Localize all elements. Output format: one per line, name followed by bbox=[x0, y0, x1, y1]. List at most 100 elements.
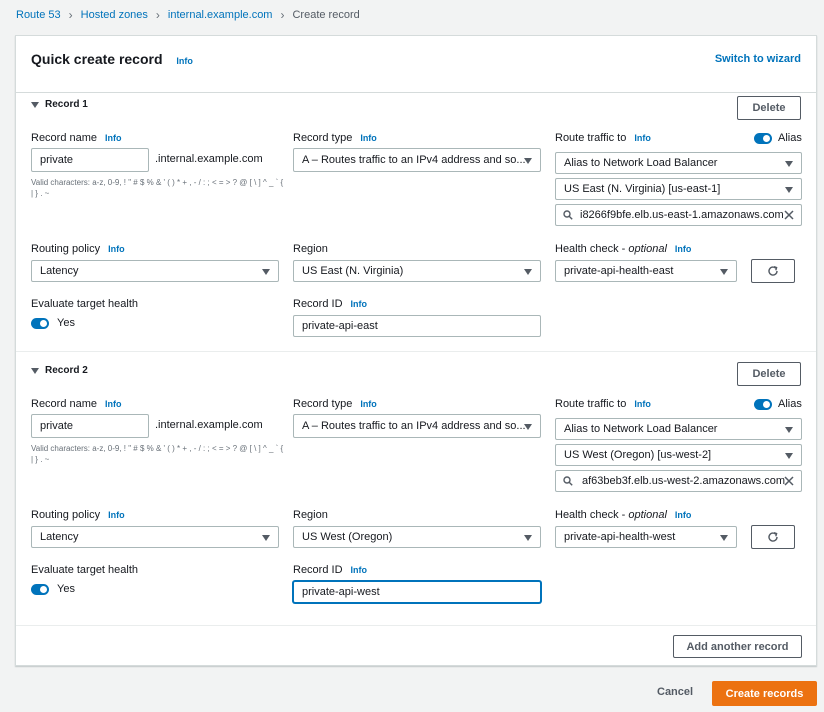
record-2-routing-policy-select[interactable]: Latency bbox=[31, 526, 279, 548]
switch-to-wizard-link[interactable]: Switch to wizard bbox=[715, 53, 801, 65]
route-traffic-label: Route traffic to Info bbox=[555, 398, 651, 410]
caret-down-icon bbox=[785, 453, 793, 459]
route-traffic-label: Route traffic to Info bbox=[555, 132, 651, 144]
breadcrumb-current: Create record bbox=[292, 9, 360, 21]
routing-policy-label-text: Routing policy bbox=[31, 509, 101, 521]
record-divider bbox=[16, 351, 816, 352]
record-1-health-check-value: private-api-health-east bbox=[564, 265, 674, 277]
evaluate-health-yes-label: Yes bbox=[57, 583, 75, 595]
record-2-delete-button[interactable]: Delete bbox=[737, 362, 801, 386]
search-icon bbox=[563, 476, 573, 486]
record-2-alias-target-select[interactable]: Alias to Network Load Balancer bbox=[555, 418, 802, 440]
close-icon[interactable] bbox=[783, 475, 795, 487]
record-name-label: Record name Info bbox=[31, 398, 122, 410]
routing-policy-label: Routing policy Info bbox=[31, 243, 125, 255]
record-2-health-check-select[interactable]: private-api-health-west bbox=[555, 526, 737, 548]
record-1-title: Record 1 bbox=[45, 99, 88, 110]
record-1-health-check-select[interactable]: private-api-health-east bbox=[555, 260, 737, 282]
chevron-right-icon: › bbox=[280, 8, 285, 22]
record-id-info-link[interactable]: Info bbox=[351, 299, 368, 309]
quick-create-panel: Quick create record Info Switch to wizar… bbox=[15, 35, 817, 666]
region-label: Region bbox=[293, 243, 328, 255]
record-1-name-hint: Valid characters: a-z, 0-9, ! " # $ % & … bbox=[31, 178, 284, 198]
record-2-refresh-button[interactable] bbox=[751, 525, 795, 549]
breadcrumb-route53[interactable]: Route 53 bbox=[16, 9, 61, 21]
breadcrumb-hosted-zones[interactable]: Hosted zones bbox=[81, 9, 148, 21]
record-2-endpoint-search[interactable]: af63beb3f.elb.us-west-2.amazonaws.com bbox=[555, 470, 802, 492]
record-2-type-select[interactable]: A – Routes traffic to an IPv4 address an… bbox=[293, 414, 541, 438]
caret-down-icon bbox=[524, 424, 532, 430]
record-2-name-input[interactable]: private bbox=[31, 414, 149, 438]
record-id-label: Record ID Info bbox=[293, 564, 367, 576]
caret-down-icon bbox=[785, 427, 793, 433]
record-2-alias-toggle[interactable]: Alias bbox=[754, 398, 802, 410]
record-2-evaluate-health-toggle[interactable]: Yes bbox=[31, 583, 75, 595]
health-check-label-text: Health check - bbox=[555, 509, 626, 521]
refresh-icon bbox=[768, 531, 778, 542]
record-1-toggle[interactable]: Record 1 bbox=[31, 99, 88, 110]
record-1-endpoint-search[interactable]: i8266f9bfe.elb.us-east-1.amazonaws.com bbox=[555, 204, 802, 226]
record-2-alias-region-select[interactable]: US West (Oregon) [us-west-2] bbox=[555, 444, 802, 466]
add-another-record-button[interactable]: Add another record bbox=[673, 635, 802, 658]
record-name-info-link[interactable]: Info bbox=[105, 133, 122, 143]
evaluate-health-label-text: Evaluate target health bbox=[31, 564, 139, 576]
record-type-label-text: Record type bbox=[293, 398, 353, 410]
record-1-alias-target-select[interactable]: Alias to Network Load Balancer bbox=[555, 152, 802, 174]
record-1-type-value: A – Routes traffic to an IPv4 address an… bbox=[302, 154, 526, 166]
create-records-button[interactable]: Create records bbox=[712, 681, 817, 706]
route-traffic-info-link[interactable]: Info bbox=[634, 399, 651, 409]
record-1-routing-policy-select[interactable]: Latency bbox=[31, 260, 279, 282]
record-1-refresh-button[interactable] bbox=[751, 259, 795, 283]
alias-label: Alias bbox=[778, 398, 802, 410]
record-type-info-link[interactable]: Info bbox=[360, 399, 377, 409]
close-icon[interactable] bbox=[783, 209, 795, 221]
health-check-label: Health check - optional Info bbox=[555, 243, 691, 255]
record-2-id-input[interactable]: private-api-west bbox=[293, 581, 541, 603]
record-1-id-input[interactable]: private-api-east bbox=[293, 315, 541, 337]
caret-down-icon bbox=[31, 367, 39, 374]
record-1-type-select[interactable]: A – Routes traffic to an IPv4 address an… bbox=[293, 148, 541, 172]
record-1-delete-button[interactable]: Delete bbox=[737, 96, 801, 120]
breadcrumb: Route 53 › Hosted zones › internal.examp… bbox=[16, 8, 360, 22]
panel-title-text: Quick create record bbox=[31, 51, 163, 67]
record-2-region-select[interactable]: US West (Oregon) bbox=[293, 526, 541, 548]
record-1-domain-suffix: .internal.example.com bbox=[155, 153, 263, 165]
panel-info-link[interactable]: Info bbox=[176, 56, 193, 66]
cancel-button[interactable]: Cancel bbox=[657, 686, 693, 698]
caret-down-icon bbox=[524, 535, 532, 541]
evaluate-health-label: Evaluate target health bbox=[31, 298, 138, 310]
record-1-alias-region-select[interactable]: US East (N. Virginia) [us-east-1] bbox=[555, 178, 802, 200]
record-1-evaluate-health-toggle[interactable]: Yes bbox=[31, 317, 75, 329]
route-traffic-label-text: Route traffic to bbox=[555, 398, 627, 410]
record-name-label: Record name Info bbox=[31, 132, 122, 144]
region-label: Region bbox=[293, 509, 328, 521]
routing-policy-info-link[interactable]: Info bbox=[108, 244, 125, 254]
chevron-right-icon: › bbox=[68, 8, 73, 22]
health-check-info-link[interactable]: Info bbox=[675, 510, 692, 520]
toggle-switch-icon bbox=[31, 583, 49, 595]
record-type-info-link[interactable]: Info bbox=[360, 133, 377, 143]
record-id-info-link[interactable]: Info bbox=[351, 565, 368, 575]
record-type-label-text: Record type bbox=[293, 132, 353, 144]
optional-label: optional bbox=[628, 243, 667, 255]
routing-policy-label: Routing policy Info bbox=[31, 509, 125, 521]
route-traffic-info-link[interactable]: Info bbox=[634, 133, 651, 143]
routing-policy-info-link[interactable]: Info bbox=[108, 510, 125, 520]
record-2-toggle[interactable]: Record 2 bbox=[31, 365, 88, 376]
record-1-region-select[interactable]: US East (N. Virginia) bbox=[293, 260, 541, 282]
record-1-name-input[interactable]: private bbox=[31, 148, 149, 172]
record-1-routing-policy-value: Latency bbox=[40, 265, 79, 277]
caret-down-icon bbox=[785, 187, 793, 193]
toggle-switch-icon bbox=[754, 132, 772, 144]
caret-down-icon bbox=[524, 269, 532, 275]
health-check-info-link[interactable]: Info bbox=[675, 244, 692, 254]
evaluate-health-label-text: Evaluate target health bbox=[31, 298, 139, 310]
toggle-switch-icon bbox=[754, 398, 772, 410]
record-2-alias-target-value: Alias to Network Load Balancer bbox=[564, 423, 718, 435]
caret-down-icon bbox=[262, 535, 270, 541]
caret-down-icon bbox=[720, 535, 728, 541]
record-name-info-link[interactable]: Info bbox=[105, 399, 122, 409]
breadcrumb-zone[interactable]: internal.example.com bbox=[168, 9, 273, 21]
record-1-alias-toggle[interactable]: Alias bbox=[754, 132, 802, 144]
region-label-text: Region bbox=[293, 509, 328, 521]
